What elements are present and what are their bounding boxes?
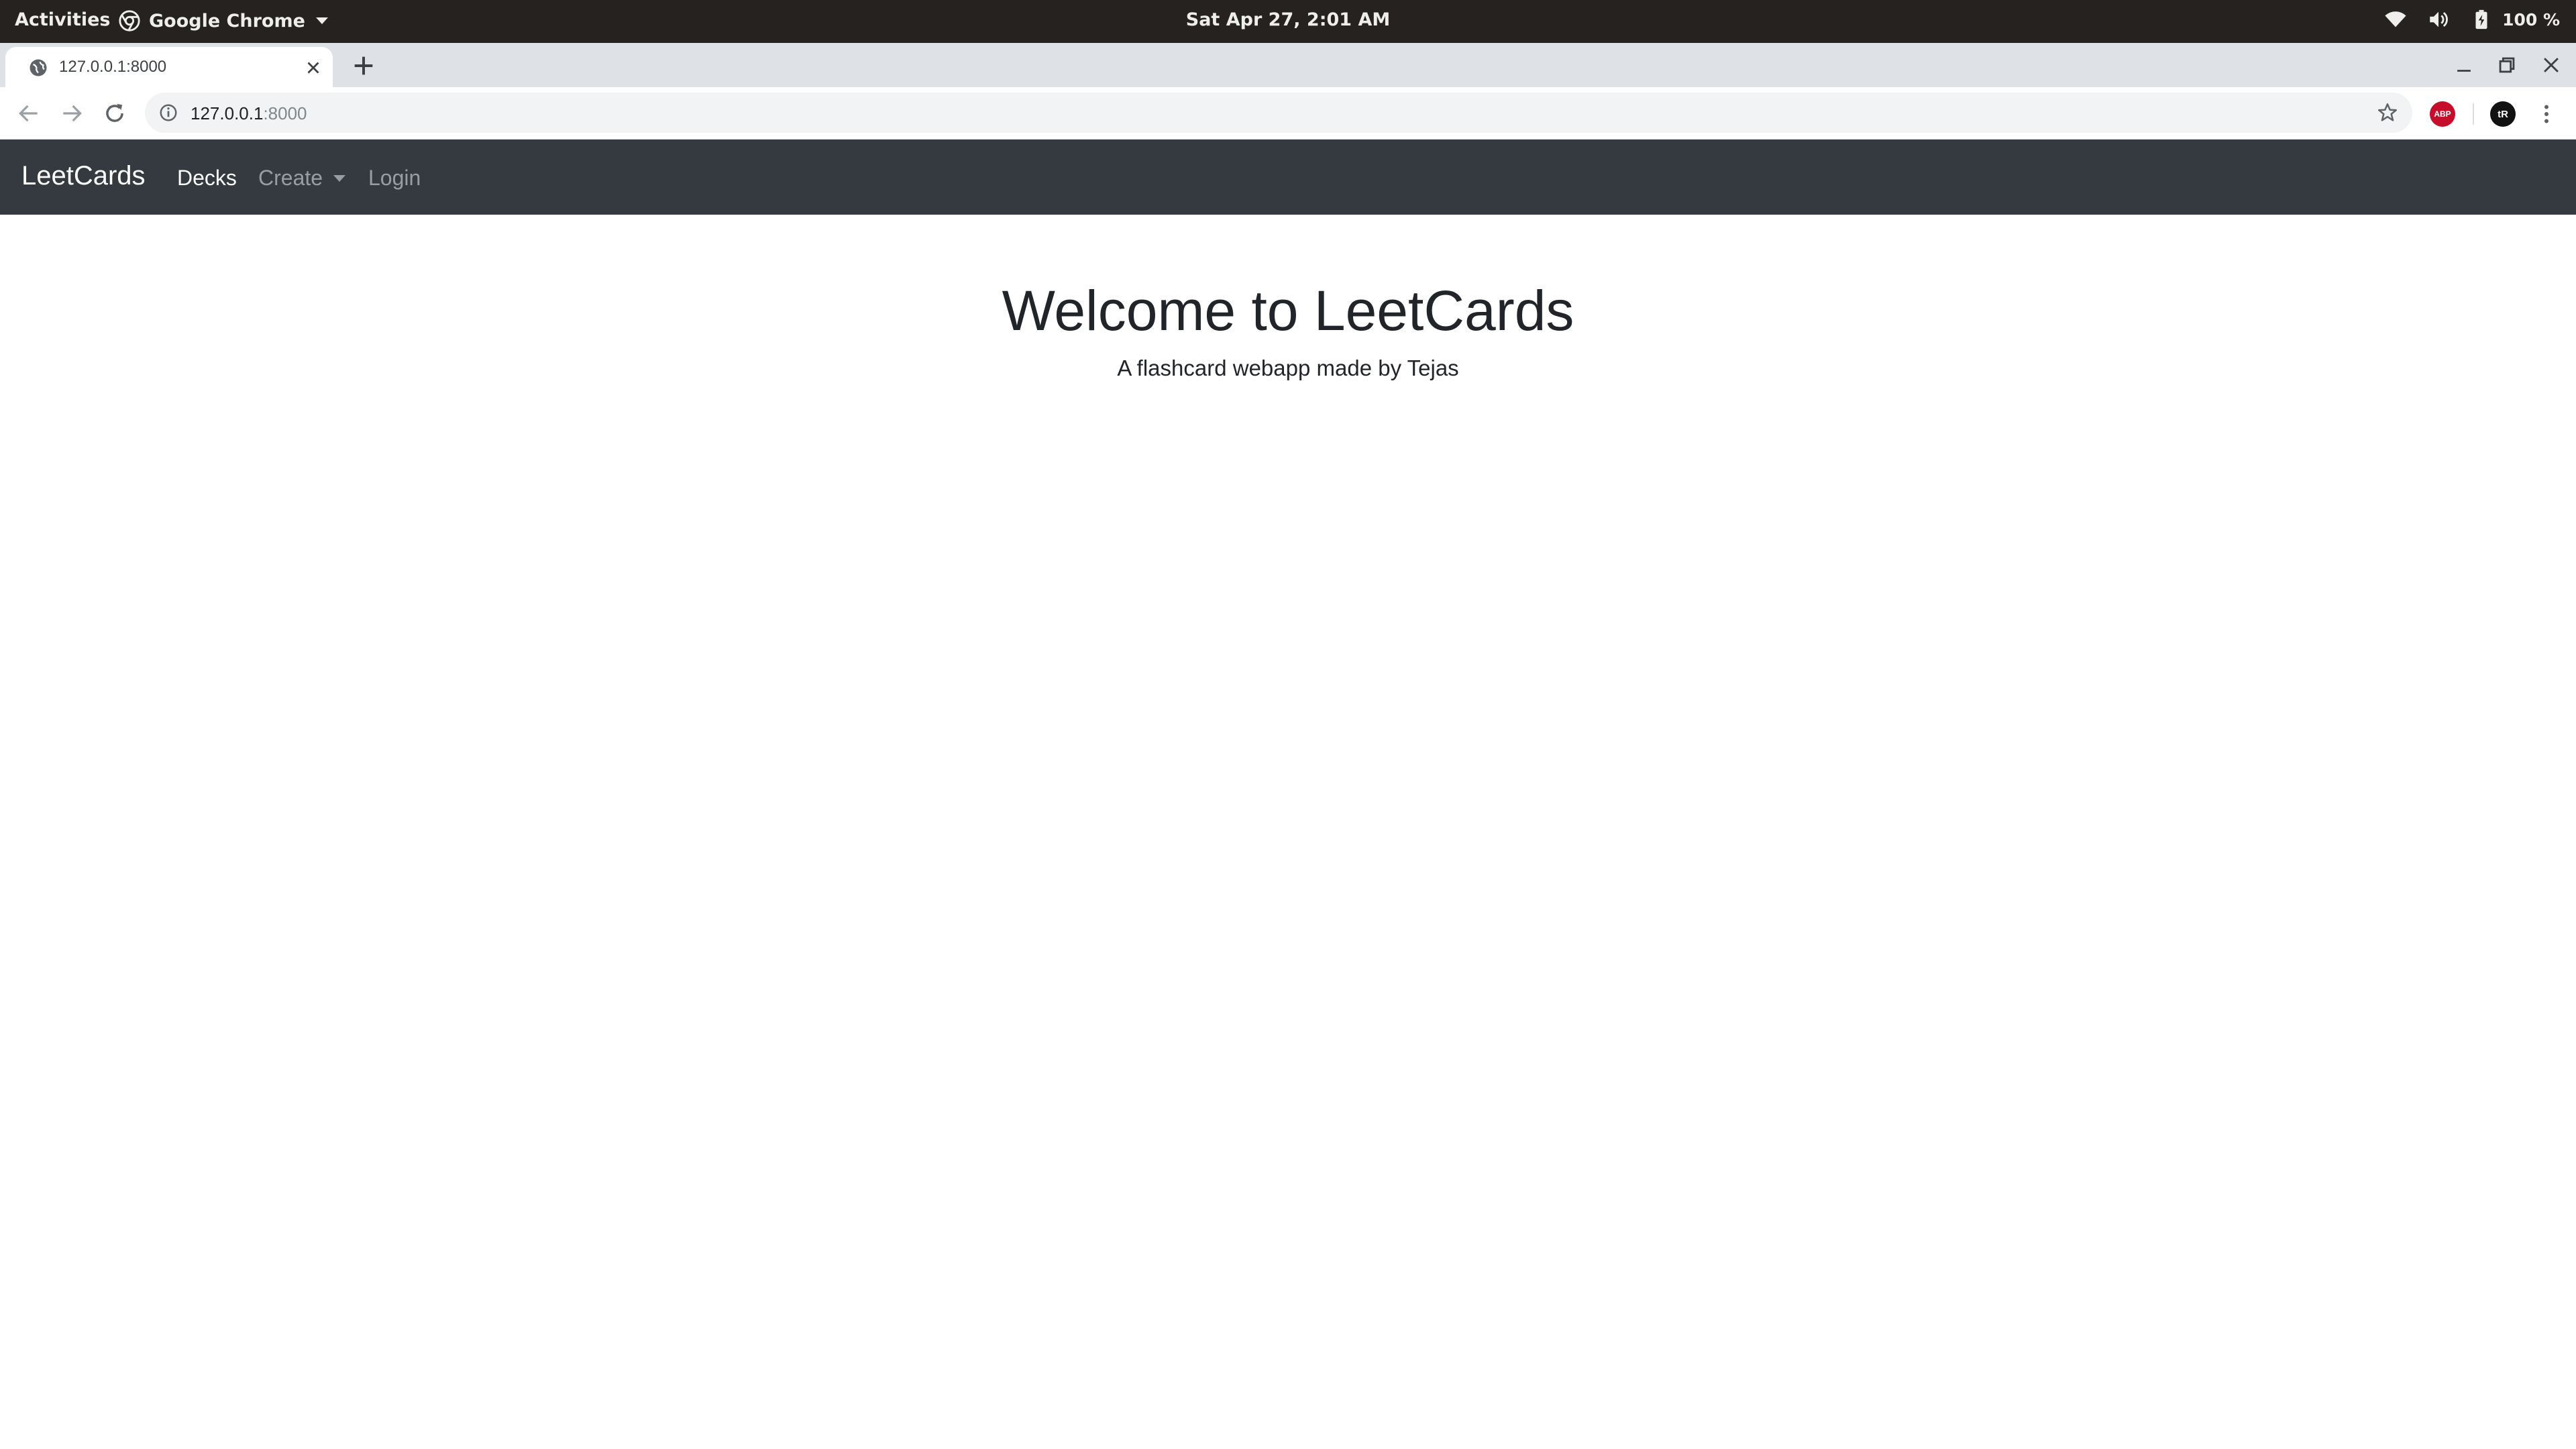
- close-icon[interactable]: [303, 58, 323, 78]
- battery-icon: [2475, 9, 2487, 30]
- page-title: Welcome to LeetCards: [1002, 279, 1574, 342]
- restore-icon[interactable]: [2496, 54, 2518, 76]
- brand-link[interactable]: LeetCards: [21, 161, 146, 191]
- toolbar-divider: [2473, 103, 2474, 125]
- extension-icon[interactable]: tR: [2490, 101, 2516, 127]
- tab-title: 127.0.0.1:8000: [59, 58, 167, 76]
- nav-create-label: Create: [258, 166, 323, 190]
- chrome-menu-icon[interactable]: [2534, 101, 2559, 127]
- forward-arrow-icon[interactable]: [59, 101, 85, 126]
- new-tab-plus-icon[interactable]: [350, 52, 377, 79]
- url-text[interactable]: 127.0.0.1:8000: [191, 103, 307, 124]
- back-arrow-icon[interactable]: [16, 101, 42, 126]
- nav-decks-link[interactable]: Decks: [177, 166, 237, 191]
- info-icon[interactable]: [158, 103, 178, 123]
- bookmark-star-icon[interactable]: [2376, 101, 2399, 124]
- wifi-icon: [2385, 11, 2406, 28]
- clock[interactable]: Sat Apr 27, 2:01 AM: [0, 9, 2576, 30]
- battery-percentage: 100 %: [2502, 9, 2560, 30]
- address-bar[interactable]: 127.0.0.1:8000: [145, 93, 2412, 133]
- chevron-down-icon: [333, 174, 346, 182]
- close-window-icon[interactable]: [2540, 54, 2563, 76]
- adblock-extension-icon[interactable]: ABP: [2430, 101, 2455, 127]
- volume-icon: [2430, 11, 2448, 28]
- system-tray[interactable]: 100 %: [2384, 8, 2560, 31]
- nav-login-link[interactable]: Login: [368, 166, 421, 191]
- browser-tab[interactable]: 127.0.0.1:8000: [5, 47, 333, 87]
- nav-create-dropdown[interactable]: Create: [258, 166, 346, 191]
- browser-toolbar: 127.0.0.1:8000 ABP tR: [0, 87, 2576, 140]
- minimize-icon[interactable]: [2453, 54, 2475, 76]
- url-host: 127.0.0.1: [191, 103, 264, 123]
- battery-indicator: 100 %: [2470, 8, 2560, 31]
- page-subtitle: A flashcard webapp made by Tejas: [1117, 356, 1459, 380]
- hero-section: Welcome to LeetCards A flashcard webapp …: [0, 274, 2576, 381]
- site-navbar: LeetCards Decks Create Login: [0, 140, 2576, 215]
- globe-icon: [30, 59, 47, 76]
- tab-strip: 127.0.0.1:8000: [0, 43, 2576, 87]
- reload-icon[interactable]: [102, 101, 127, 126]
- system-top-bar: Activities Google Chrome Sat Apr 27, 2:0…: [0, 0, 2576, 43]
- url-port: :8000: [263, 103, 307, 123]
